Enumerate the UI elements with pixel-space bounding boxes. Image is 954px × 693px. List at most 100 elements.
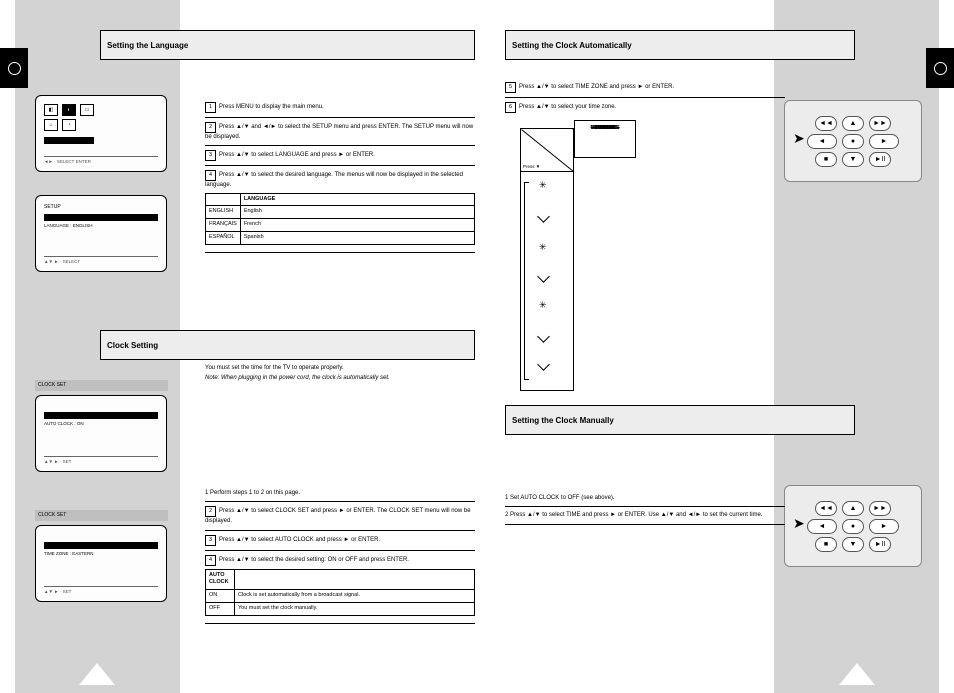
step-text: 1 Set AUTO CLOCK to OFF (see above).	[505, 495, 615, 501]
remote-stop-button: ■	[815, 537, 837, 552]
table-header	[235, 569, 475, 589]
remote-enter-button: ●	[842, 519, 864, 534]
remote-stop-button: ■	[815, 152, 837, 167]
autoclock-table: AUTO CLOCK ONClock is set automatically …	[205, 569, 475, 616]
remote-up-button: ▲	[842, 501, 864, 516]
remote-fwd-button: ►►	[869, 116, 891, 131]
pointer-icon: ➤	[793, 130, 805, 147]
step-row: 5Press ▲/▼ to select TIME ZONE and press…	[505, 78, 785, 98]
table-cell: ENGLISH	[206, 206, 241, 219]
step-number: 6	[505, 102, 516, 113]
tv-strip-label: CLOCK SET	[35, 380, 168, 391]
step-row: 1 Set AUTO CLOCK to OFF (see above).	[505, 490, 785, 507]
table-cell: HAWAII	[574, 120, 636, 158]
remote-left-button: ◄	[807, 519, 837, 534]
left-content-column: Setting the Language 1Press MENU to disp…	[195, 0, 475, 693]
tv-footer-hint: ▲▼ ► · SELECT	[44, 256, 158, 265]
remote-right-button: ►	[869, 519, 899, 534]
tv-screen-clockset-tz: TIME ZONE : EASTERN ▲▼ ► · SET	[35, 525, 167, 602]
blink-icon: ✳	[539, 300, 546, 311]
step-number: 1	[205, 102, 216, 113]
step-row: 3Press ▲/▼ to select LANGUAGE and press …	[205, 146, 475, 166]
step-text: Press ▲/▼ to select CLOCK SET and press …	[205, 508, 471, 524]
remote-control-diagram: ➤ ◄◄▲►► ◄●► ■▼►II	[784, 100, 922, 182]
step-row: 2Press ▲/▼ to select CLOCK SET and press…	[205, 502, 475, 530]
step-text: Press ▲/▼ to select LANGUAGE and press ►…	[219, 152, 375, 158]
step-row: 1Press MENU to display the main menu.	[205, 98, 475, 118]
step-row: 2Press ▲/▼ and ◄/► to select the SETUP m…	[205, 118, 475, 146]
tv-line: AUTO CLOCK : ON	[44, 421, 158, 426]
step-number: 2	[205, 506, 216, 517]
step-row: 6Press ▲/▼ to select your time zone.	[505, 98, 785, 117]
step-row: 3Press ▲/▼ to select AUTO CLOCK and pres…	[205, 531, 475, 551]
step-number: 4	[205, 555, 216, 566]
note-text: Note: When plugging in the power cord, t…	[205, 375, 475, 381]
right-edge-tab	[926, 48, 954, 88]
step-text: Press ▲/▼ to select AUTO CLOCK and press…	[219, 537, 380, 543]
menu-highlight-bar	[44, 412, 158, 419]
step-row: 1 Perform steps 1 to 2 on this page.	[205, 485, 475, 502]
table-header: LANGUAGE	[240, 193, 474, 206]
tv-line: TIME ZONE : EASTERN	[44, 551, 158, 556]
down-arrow-icon	[537, 358, 550, 371]
document-page: { "page_header_left": "Setting the Langu…	[0, 0, 954, 693]
table-header	[206, 193, 241, 206]
step-text: 1 Perform steps 1 to 2 on this page.	[205, 490, 300, 496]
step-number: 4	[205, 170, 216, 181]
page-turn-indicator	[79, 663, 115, 685]
table-cell: OFF	[206, 602, 235, 615]
menu-icon: ◧	[44, 104, 58, 116]
step-text: Press ▲/▼ to select the desired setting:…	[219, 557, 409, 563]
step-text: Press ▲/▼ to select the desired language…	[205, 172, 463, 188]
down-arrow-icon	[537, 270, 550, 283]
tv-footer-hint: ◄► · SELECT ENTER	[44, 156, 158, 165]
table-cell: FRANÇAIS	[206, 219, 241, 232]
remote-play-button: ►II	[869, 152, 891, 167]
step-number: 3	[205, 535, 216, 546]
remote-play-button: ►II	[869, 537, 891, 552]
section-heading-autoset: Setting the Clock Automatically	[505, 30, 855, 60]
right-content-column: Setting the Clock Automatically 5Press ▲…	[505, 0, 785, 693]
page-turn-indicator	[839, 663, 875, 685]
table-cell: English	[240, 206, 474, 219]
step-number: 3	[205, 150, 216, 161]
tv-strip-label: CLOCK SET	[35, 510, 168, 521]
step-text: Press ▲/▼ to select TIME ZONE and press …	[519, 84, 674, 90]
table-cell: ESPAÑOL	[206, 231, 241, 244]
circle-icon	[934, 62, 947, 75]
menu-highlight-bar	[44, 542, 158, 549]
menu-icon: ▭	[80, 104, 94, 116]
remote-fwd-button: ►►	[869, 501, 891, 516]
blink-icon: ✳	[539, 180, 546, 191]
step-text: Press ▲/▼ to select your time zone.	[519, 104, 616, 110]
tv-screen-clockset-auto: AUTO CLOCK : ON ▲▼ ► · SET	[35, 395, 167, 472]
step-number: 2	[205, 122, 216, 133]
step-text: Press ▲/▼ and ◄/► to select the SETUP me…	[205, 124, 473, 140]
menu-highlight-bar	[44, 137, 94, 144]
body-text: You must set the time for the TV to oper…	[205, 365, 475, 371]
remote-rew-button: ◄◄	[815, 501, 837, 516]
left-edge-tab	[0, 48, 28, 88]
remote-rew-button: ◄◄	[815, 116, 837, 131]
table-header: AUTO CLOCK	[206, 569, 235, 589]
table-cell: You must set the clock manually.	[235, 602, 475, 615]
section-heading-language: Setting the Language	[100, 30, 475, 60]
tv-screen-main-menu: ◧ ◐ ▭ ⌂ ◔ ◄► · SELECT ENTER	[35, 95, 167, 172]
table-cell: ON	[206, 590, 235, 603]
step-text: 2 Press ▲/▼ to select TIME and press ► o…	[505, 512, 763, 518]
step-number: 5	[505, 82, 516, 93]
language-table: LANGUAGE ENGLISHEnglish FRANÇAISFrench E…	[205, 193, 475, 245]
menu-icon: ◔	[62, 119, 76, 131]
remote-control-diagram: ➤ ◄◄▲►► ◄●► ■▼►II	[784, 485, 922, 567]
step-row: 2 Press ▲/▼ to select TIME and press ► o…	[505, 507, 785, 524]
timezone-table: Press ▼ TIME ZONE D.S.T. CLOCK ✳ ✳ ✳ ATL…	[520, 128, 575, 391]
bracket-icon	[524, 182, 529, 380]
menu-highlight-bar	[44, 214, 158, 221]
remote-right-button: ►	[869, 134, 899, 149]
tv-screen-setup: SETUP LANGUAGE : ENGLISH ▲▼ ► · SELECT	[35, 195, 167, 272]
down-arrow-icon	[537, 330, 550, 343]
menu-icon-selected: ◐	[62, 104, 76, 116]
blink-icon: ✳	[539, 242, 546, 253]
pointer-icon: ➤	[793, 515, 805, 532]
section-heading-clock: Clock Setting	[100, 330, 475, 360]
